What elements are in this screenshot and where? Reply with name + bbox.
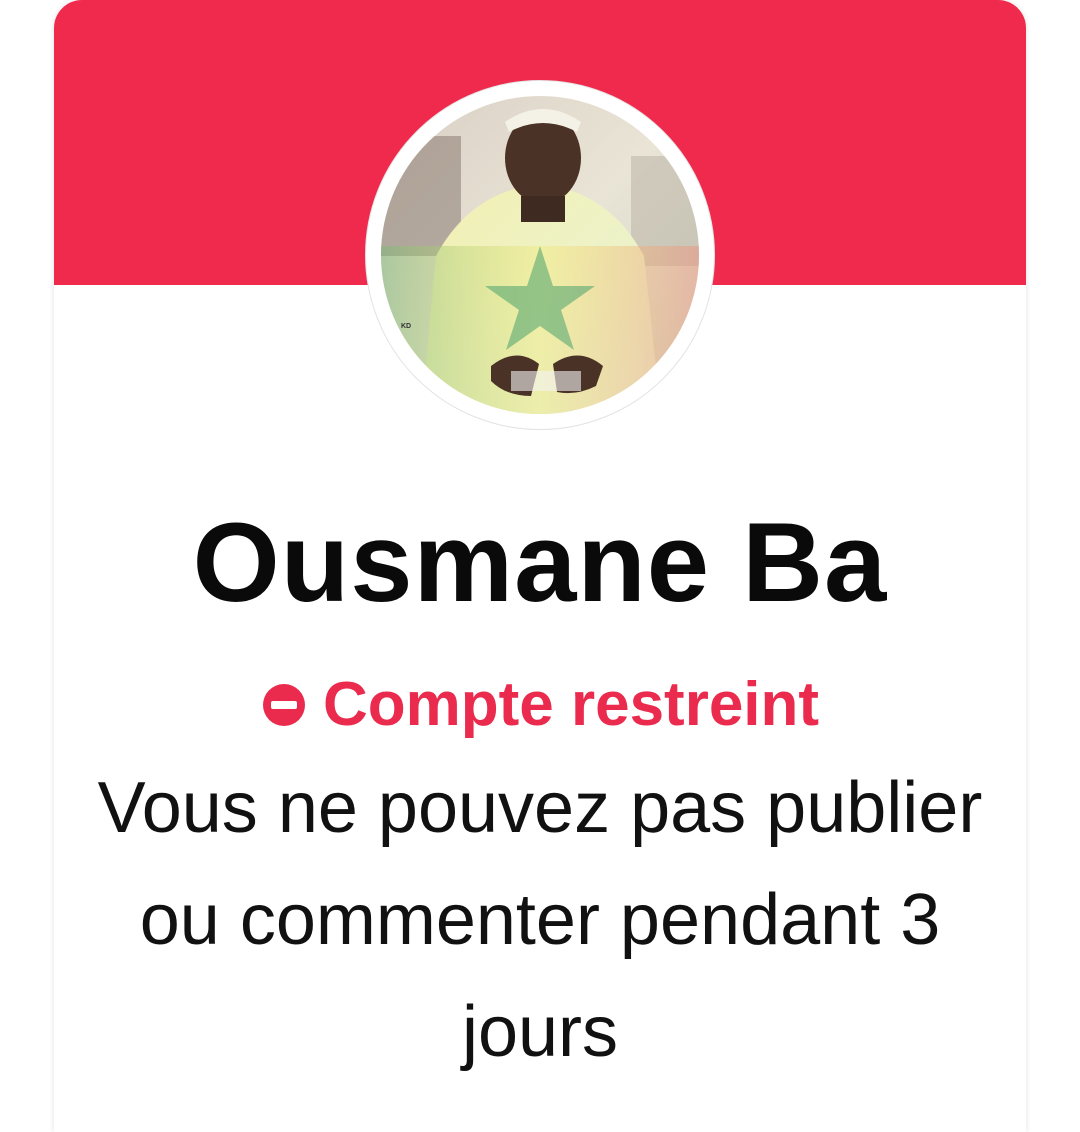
profile-photo: KD	[381, 96, 699, 414]
no-entry-icon	[262, 684, 305, 726]
profile-card: KD Ousmane Ba Compte restreint Vous ne p…	[54, 0, 1026, 1132]
restriction-status: Compte restreint	[54, 668, 1026, 742]
avatar[interactable]: KD	[365, 80, 715, 430]
watermark-text: KD	[401, 323, 411, 330]
profile-name: Ousmane Ba	[192, 500, 888, 625]
restriction-label: Compte restreint	[322, 670, 820, 739]
restriction-message: Vous ne pouvez pas publier ou commenter …	[97, 768, 983, 1072]
